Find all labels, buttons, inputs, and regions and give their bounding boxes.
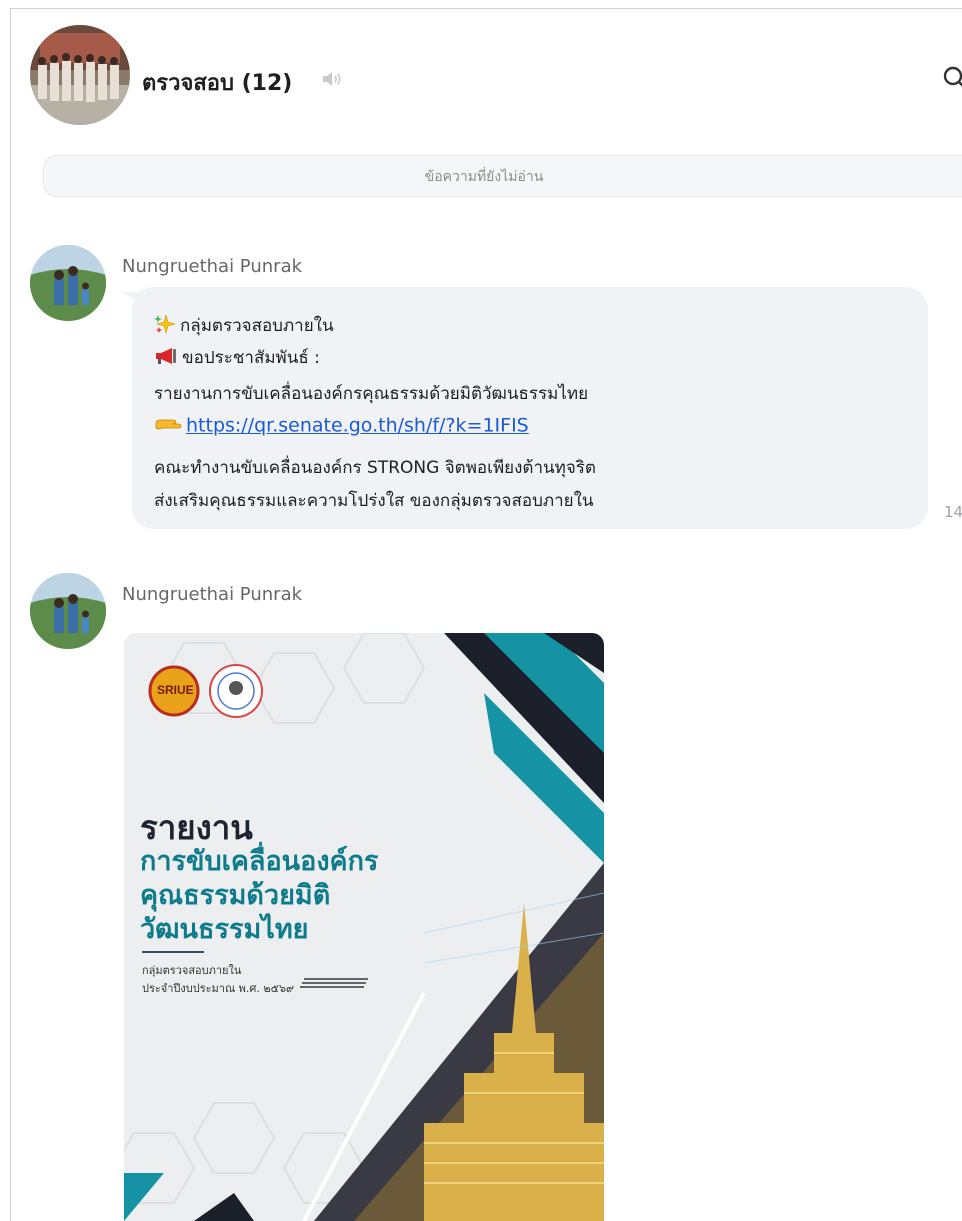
- poster-logo-text: SRIUE: [157, 683, 194, 697]
- message-line-4: https://qr.senate.go.th/sh/f/?k=1IFIS: [154, 414, 529, 439]
- message-line-1: กลุ่มตรวจสอบภายใน: [154, 312, 334, 340]
- search-icon[interactable]: [942, 65, 962, 91]
- poster-small-text: กลุ่มตรวจสอบภายใน: [142, 964, 242, 977]
- sender-name[interactable]: Nungruethai Punrak: [122, 256, 302, 277]
- poster-subtitle-line: คุณธรรมด้วยมิติ: [140, 880, 331, 911]
- message-text: กลุ่มตรวจสอบภายใน: [180, 316, 334, 336]
- poster-subtitle-line: การขับเคลื่อนองค์กร: [140, 846, 379, 877]
- sender-name[interactable]: Nungruethai Punrak: [122, 584, 302, 605]
- report-link[interactable]: https://qr.senate.go.th/sh/f/?k=1IFIS: [186, 415, 529, 437]
- group-title[interactable]: ตรวจสอบ (12): [142, 65, 292, 100]
- report-poster-image[interactable]: SRIUE รายงาน การขับเคลื่อนองค์กร คุณธรรม…: [124, 633, 604, 1221]
- sender-avatar[interactable]: [30, 573, 106, 649]
- message-line-6: ส่งเสริมคุณธรรมและความโปร่งใส ของกลุ่มตร…: [154, 491, 594, 511]
- sender-avatar[interactable]: [30, 245, 106, 321]
- pointing-hand-icon: [154, 414, 182, 439]
- message-timestamp: 14: [944, 503, 962, 521]
- message-line-3: รายงานการขับเคลื่อนองค์กรคุณธรรมด้วยมิติ…: [154, 384, 589, 404]
- chat-header: ตรวจสอบ (12): [30, 25, 962, 135]
- message-line-2: ขอประชาสัมพันธ์ :: [154, 344, 320, 371]
- unread-label: ข้อความที่ยังไม่อ่าน: [424, 169, 544, 185]
- group-avatar[interactable]: [30, 25, 130, 125]
- speaker-muted-icon[interactable]: [320, 67, 344, 91]
- message-line-5: คณะทำงานขับเคลื่อนองค์กร STRONG จิตพอเพี…: [154, 458, 596, 478]
- message-text: ขอประชาสัมพันธ์ :: [182, 348, 320, 368]
- poster-subtitle-line: วัฒนธรรมไทย: [140, 914, 309, 945]
- sparkle-icon: [154, 313, 177, 340]
- poster-divider: [142, 951, 204, 953]
- poster-small-text: ประจำปีงบประมาณ พ.ศ. ๒๕๖๙: [142, 982, 295, 995]
- megaphone-icon: [154, 346, 178, 371]
- unread-divider: ข้อความที่ยังไม่อ่าน: [43, 155, 962, 197]
